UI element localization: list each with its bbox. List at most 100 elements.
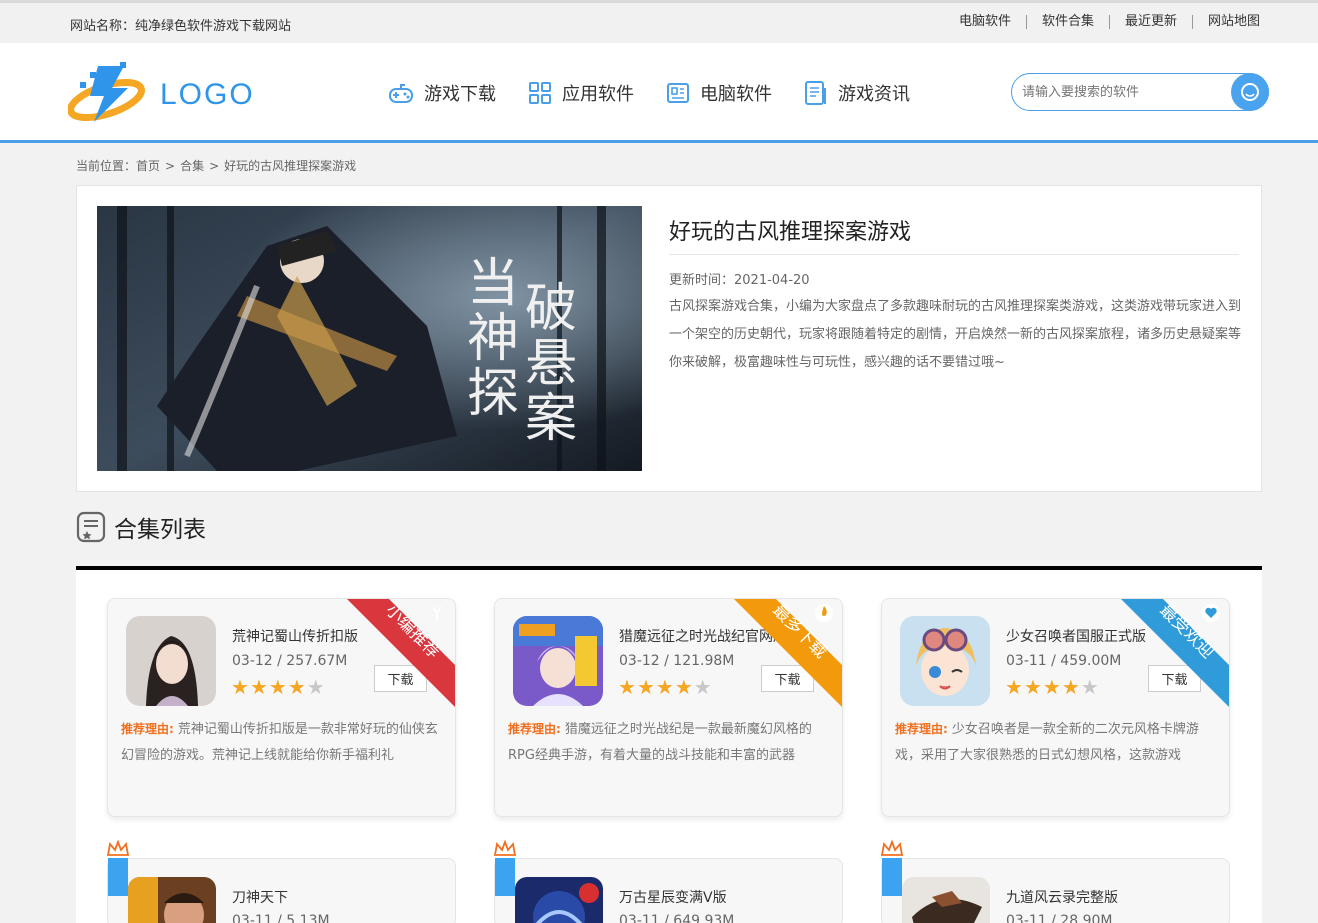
game-name[interactable]: 刀神天下 <box>232 887 288 907</box>
nav-label: 电脑软件 <box>700 84 772 105</box>
ribbon-most-popular: 最受欢迎 <box>1115 599 1229 713</box>
computer-icon <box>667 83 689 103</box>
rank-tag <box>882 858 902 896</box>
nav-item-pc-software[interactable]: 电脑软件 <box>666 80 772 106</box>
star-icon: ★ <box>636 675 656 699</box>
search-box <box>1011 73 1269 111</box>
search-input[interactable] <box>1022 83 1222 101</box>
breadcrumb-separator: > <box>165 159 176 173</box>
main-nav: 游戏下载 应用软件 电脑软件 游戏资讯 <box>388 80 942 106</box>
list-badge-icon <box>76 511 106 543</box>
game-meta: 03-12 / 121.98M <box>619 653 735 669</box>
star-rating: ★★★★★ <box>1005 675 1100 699</box>
banner-char: 探 <box>467 364 519 424</box>
rank-tag <box>108 858 128 896</box>
banner-char: 破 <box>525 279 577 339</box>
star-icon: ★ <box>618 675 637 699</box>
breadcrumb-home[interactable]: 首页 <box>136 159 160 173</box>
nav-item-apps[interactable]: 应用软件 <box>528 80 634 106</box>
section-title: 合集列表 <box>114 517 206 543</box>
ribbon-most-downloaded: 最多下载 <box>728 599 842 713</box>
game-icon-image[interactable] <box>128 877 216 923</box>
star-icon: ★ <box>1080 675 1100 699</box>
header: LOGO 游戏下载 应用软件 电脑软件 游戏资讯 请输入要搜索的软件 <box>0 43 1318 143</box>
game-icon-image[interactable] <box>126 616 216 706</box>
recommend-reason: 推荐理由: 荒神记蜀山传折扣版是一款非常好玩的仙侠玄幻冒险的游戏。荒神记上线就能给… <box>121 716 446 768</box>
breadcrumb-prefix: 当前位置： <box>76 159 137 173</box>
gamepad-icon <box>389 84 413 103</box>
game-card[interactable]: 猎魔远征之时光战纪官网版 03-12 / 121.98M ★★★★★ 下载 推荐… <box>494 598 843 817</box>
breadcrumb-separator: > <box>209 159 220 173</box>
game-meta: 03-11 / 459.00M <box>1006 653 1122 669</box>
game-icon-image[interactable] <box>515 877 603 923</box>
game-name[interactable]: 荒神记蜀山传折扣版 <box>232 626 358 646</box>
breadcrumb-collection[interactable]: 合集 <box>180 159 204 173</box>
breadcrumb-current: 好玩的古风推理探案游戏 <box>224 159 357 173</box>
thumb-icon <box>432 606 442 621</box>
game-card[interactable]: 万古星辰变满V版 03-11 / 649.93M <box>494 858 843 923</box>
top-link-sitemap[interactable]: 网站地图 <box>1193 15 1260 29</box>
top-bar: 网站名称：纯净绿色软件游戏下载网站 电脑软件 软件合集 最近更新 网站地图 <box>0 0 1318 43</box>
rank-tag <box>495 858 515 896</box>
game-meta: 03-11 / 28.90M <box>1006 913 1113 923</box>
ribbon-editor-pick: 小编推荐 <box>341 599 455 713</box>
top-link-pc-software[interactable]: 电脑软件 <box>944 15 1027 29</box>
logo-mark-icon <box>67 62 145 122</box>
game-icon-image[interactable] <box>513 616 603 706</box>
game-icon-image[interactable] <box>902 877 990 923</box>
news-icon <box>805 81 826 105</box>
top-link-software-collection[interactable]: 软件合集 <box>1027 15 1110 29</box>
collection-description: 古风探案游戏合集，小编为大家盘点了多款趣味耐玩的古风推理探案类游戏，这类游戏带玩… <box>669 299 1242 370</box>
search-button[interactable] <box>1231 73 1269 111</box>
top-links: 电脑软件 软件合集 最近更新 网站地图 <box>944 15 1260 29</box>
game-card[interactable]: 九道风云录完整版 03-11 / 28.90M <box>881 858 1230 923</box>
game-meta: 03-12 / 257.67M <box>232 653 348 669</box>
nav-label: 应用软件 <box>562 84 634 105</box>
section-header: 合集列表 <box>76 510 206 544</box>
banner-char: 悬 <box>525 334 577 394</box>
collection-intro: 当 神 探 破 悬 案 好玩的古风推理探案游戏 更新时间：2021-04-20 … <box>76 185 1262 492</box>
game-name[interactable]: 九道风云录完整版 <box>1006 887 1118 907</box>
banner-char: 案 <box>525 389 577 449</box>
game-card[interactable]: 刀神天下 03-11 / 5.13M <box>107 858 456 923</box>
collection-banner-image: 当 神 探 破 悬 案 <box>97 206 642 471</box>
game-meta: 03-11 / 649.93M <box>619 913 735 923</box>
logo[interactable]: LOGO <box>67 60 253 124</box>
nav-item-game-download[interactable]: 游戏下载 <box>388 80 496 106</box>
breadcrumb: 当前位置：首页 > 合集 > 好玩的古风推理探案游戏 <box>76 157 356 174</box>
nav-item-game-news[interactable]: 游戏资讯 <box>804 80 910 106</box>
star-icon: ★ <box>1061 675 1081 699</box>
nav-label: 游戏下载 <box>424 84 496 105</box>
game-card[interactable]: 荒神记蜀山传折扣版 03-12 / 257.67M ★★★★★ 下载 推荐理由:… <box>107 598 456 817</box>
star-icon: ★ <box>231 675 250 699</box>
recommend-reason: 推荐理由: 少女召唤者是一款全新的二次元风格卡牌游戏，采用了大家很熟悉的日式幻想风… <box>895 716 1220 768</box>
star-icon: ★ <box>693 675 713 699</box>
star-icon: ★ <box>1042 675 1062 699</box>
star-icon: ★ <box>287 675 307 699</box>
star-icon: ★ <box>1005 675 1024 699</box>
game-name[interactable]: 万古星辰变满V版 <box>619 887 727 907</box>
recommend-reason: 推荐理由: 猎魔远征之时光战纪是一款最新魔幻风格的RPG经典手游，有着大量的战斗技… <box>508 716 833 768</box>
collection-update-date: 更新时间：2021-04-20 <box>669 273 810 288</box>
game-card[interactable]: 少女召唤者国服正式版 03-11 / 459.00M ★★★★★ 下载 推荐理由… <box>881 598 1230 817</box>
game-icon-image[interactable] <box>900 616 990 706</box>
site-name: 网站名称：纯净绿色软件游戏下载网站 <box>70 19 292 34</box>
nav-label: 游戏资讯 <box>838 84 910 105</box>
recommend-reason-label: 推荐理由: <box>895 722 948 736</box>
star-icon: ★ <box>268 675 288 699</box>
star-icon: ★ <box>249 675 269 699</box>
recommend-reason-label: 推荐理由: <box>121 722 174 736</box>
top-link-recent-updates[interactable]: 最近更新 <box>1110 15 1193 29</box>
star-icon: ★ <box>655 675 675 699</box>
collection-title: 好玩的古风推理探案游戏 <box>669 214 1239 255</box>
star-rating: ★★★★★ <box>618 675 713 699</box>
search-icon <box>1241 83 1259 101</box>
star-icon: ★ <box>1023 675 1043 699</box>
apps-grid-icon <box>529 82 551 104</box>
game-meta: 03-11 / 5.13M <box>232 913 330 923</box>
star-rating: ★★★★★ <box>231 675 326 699</box>
logo-text: LOGO <box>160 78 255 111</box>
banner-char: 神 <box>467 309 519 369</box>
star-icon: ★ <box>674 675 694 699</box>
recommend-reason-label: 推荐理由: <box>508 722 561 736</box>
